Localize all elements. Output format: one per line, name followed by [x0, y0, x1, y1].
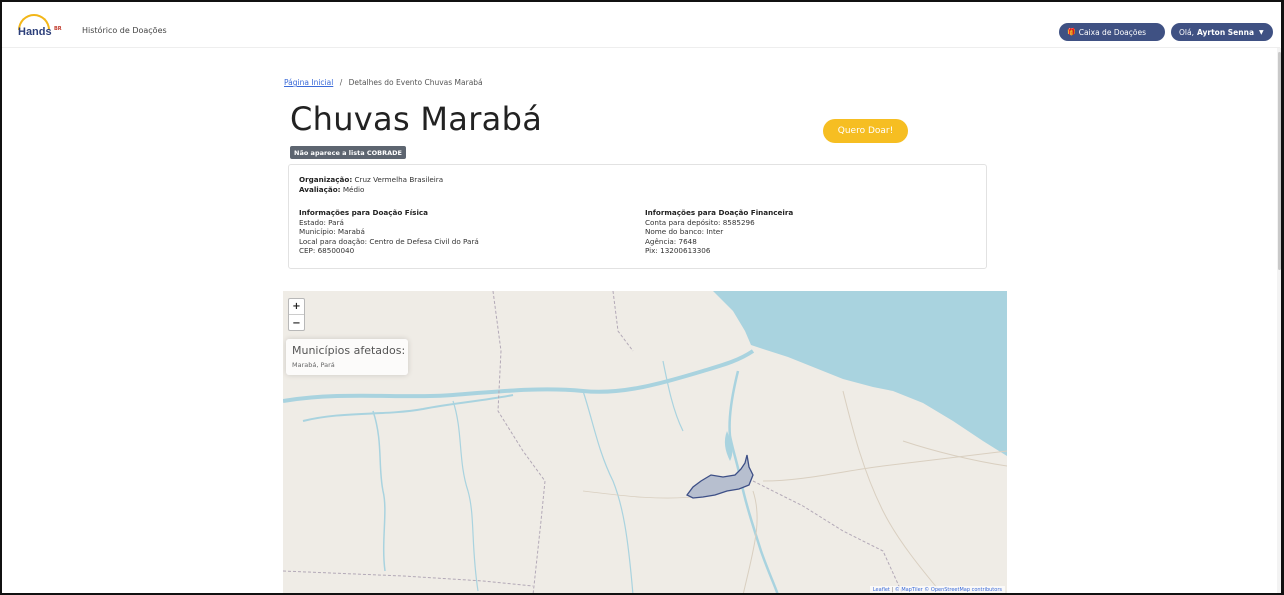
financial-bank: Nome do banco: Inter: [645, 227, 724, 236]
page-title: Chuvas Marabá: [290, 100, 543, 138]
road-3: [842, 390, 944, 595]
rating-label: Avaliação:: [299, 184, 341, 194]
physical-location: Local para doação: Centro de Defesa Civi…: [299, 236, 479, 246]
state-border-3: [283, 570, 534, 587]
leaflet-link[interactable]: Leaflet: [873, 587, 890, 593]
physical-city: Município: Marabá: [299, 227, 365, 236]
breadcrumb-separator: /: [339, 78, 343, 87]
history-link[interactable]: Histórico de Doações: [82, 26, 167, 35]
physical-heading: Informações para Doação Física: [299, 208, 429, 217]
river-branch-2: [372, 410, 386, 572]
org-label: Organização:: [299, 175, 353, 184]
financial-pix: Pix: 13200613306: [645, 246, 711, 255]
financial-account: Conta para depósito: 8585296: [645, 217, 755, 227]
road-5: [582, 490, 704, 499]
logo-superscript: BR: [54, 26, 62, 32]
logo-text: Hands: [18, 26, 52, 38]
org-block: Organização: Cruz Vermelha Brasileira Av…: [299, 175, 443, 194]
caret-down-icon: ▼: [1259, 28, 1264, 36]
breadcrumb-current: Detalhes do Evento Chuvas Marabá: [348, 78, 483, 87]
rating-line: Avaliação: Médio: [299, 185, 443, 195]
legend-title: Municípios afetados:: [292, 344, 406, 357]
gift-icon: 🎁: [1067, 28, 1076, 36]
financial-donation-info: Informações para Doação Financeira Conta…: [645, 208, 793, 256]
lake-tucurui: [724, 431, 733, 461]
donate-button[interactable]: Quero Doar!: [823, 119, 908, 143]
road-2: [742, 490, 758, 595]
rating-value: Médio: [342, 184, 365, 194]
breadcrumb: Página Inicial / Detalhes do Evento Chuv…: [284, 78, 483, 87]
hands-logo[interactable]: Hands BR: [16, 14, 62, 42]
greeting-label: Olá,: [1179, 27, 1194, 37]
financial-heading: Informações para Doação Financeira: [645, 208, 794, 217]
physical-state: Estado: Pará: [299, 217, 344, 227]
org-line: Organização: Cruz Vermelha Brasileira: [299, 175, 443, 185]
user-menu-button[interactable]: Olá, Ayrton Senna ▼: [1171, 23, 1273, 41]
map-legend: Municípios afetados: Marabá, Pará: [286, 339, 408, 375]
zoom-control: + −: [288, 298, 305, 331]
state-border-1: [492, 291, 546, 595]
attribution-text[interactable]: © MapTiler © OpenStreetMap contributors: [895, 587, 1002, 593]
zoom-out-button[interactable]: −: [289, 315, 304, 331]
breadcrumb-home-link[interactable]: Página Inicial: [284, 78, 333, 87]
org-value: Cruz Vermelha Brasileira: [354, 175, 444, 184]
donation-box-label: Caixa de Doações: [1078, 27, 1147, 37]
river-branch-1: [302, 394, 514, 422]
cobrade-badge: Não aparece a lista COBRADE: [290, 146, 406, 159]
physical-donation-info: Informações para Doação Física Estado: P…: [299, 208, 479, 256]
zoom-in-button[interactable]: +: [289, 299, 304, 315]
legend-items: Marabá, Pará: [292, 361, 335, 369]
map-tiles[interactable]: [283, 291, 1007, 595]
road-1: [762, 450, 1007, 482]
physical-cep: CEP: 68500040: [299, 246, 355, 255]
river-branch-5: [662, 360, 684, 432]
affected-area-map[interactable]: + − Municípios afetados: Marabá, Pará Le…: [283, 291, 1007, 595]
state-border-2: [752, 480, 904, 595]
event-details-card: Organização: Cruz Vermelha Brasileira Av…: [288, 164, 987, 269]
river-branch-4: [582, 390, 634, 595]
ocean-area: [713, 291, 1007, 456]
river-branch-3: [452, 400, 479, 592]
financial-agency: Agência: 7648: [645, 236, 697, 246]
state-border-4: [612, 291, 634, 352]
donation-box-button[interactable]: 🎁 Caixa de Doações: [1059, 23, 1165, 41]
scrollbar-thumb[interactable]: [1278, 52, 1281, 270]
user-name: Ayrton Senna: [1196, 27, 1255, 37]
map-attribution: Leaflet | © MapTiler © OpenStreetMap con…: [869, 586, 1005, 595]
